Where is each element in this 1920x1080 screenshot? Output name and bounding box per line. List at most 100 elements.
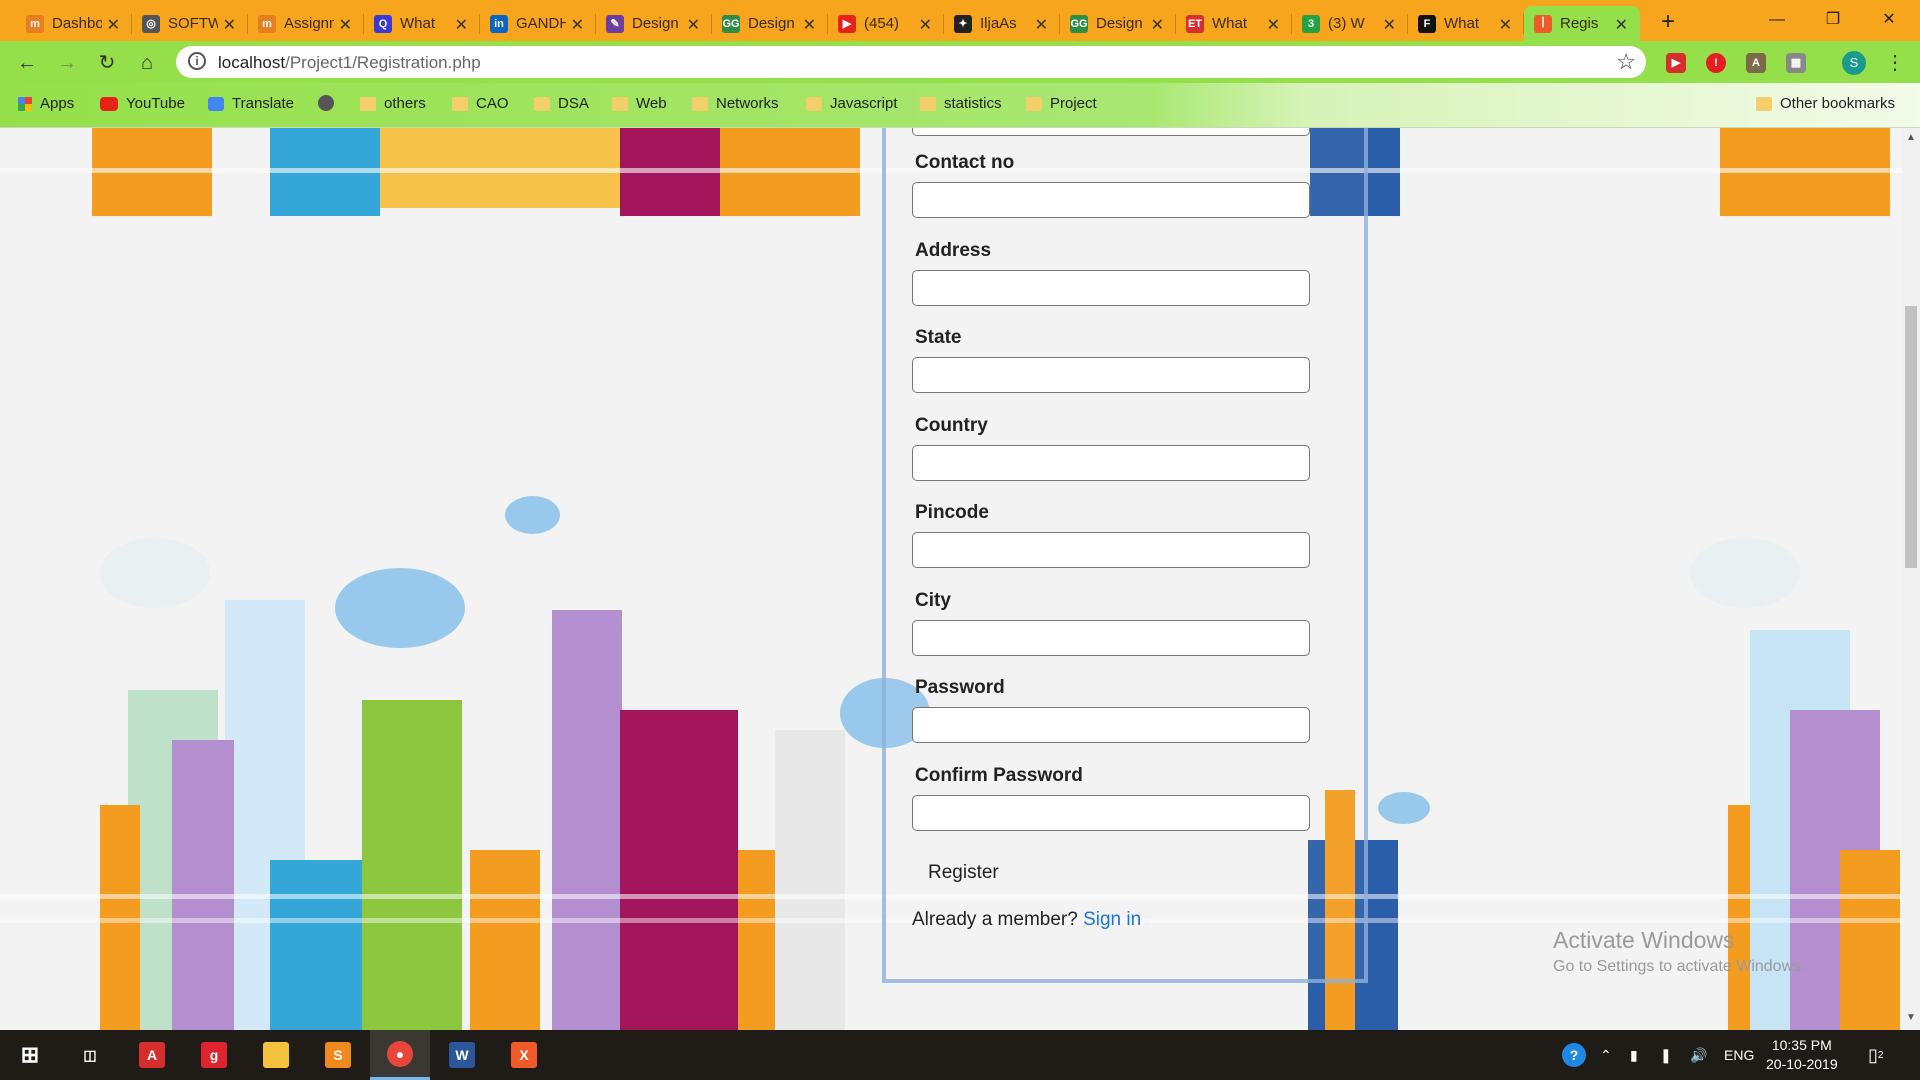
language-indicator[interactable]: ENG	[1724, 1030, 1754, 1080]
browser-tab[interactable]: ꟾ Regis ✕	[1524, 6, 1640, 41]
browser-tab[interactable]: ET What ✕	[1176, 6, 1292, 41]
reload-icon[interactable]: ↻	[94, 50, 120, 76]
tab-close-icon[interactable]: ✕	[571, 15, 584, 35]
battery-icon[interactable]: ▮	[1630, 1030, 1638, 1080]
scroll-down-icon[interactable]: ▼	[1906, 1012, 1916, 1023]
bookmark-youtube[interactable]: YouTube	[100, 95, 185, 112]
menu-icon[interactable]: ⋮	[1885, 50, 1905, 75]
globe-icon	[318, 95, 334, 111]
browser-tab[interactable]: GG Design ✕	[1060, 6, 1176, 41]
browser-tab[interactable]: F What ✕	[1408, 6, 1524, 41]
address-input[interactable]	[912, 269, 1310, 306]
taskbar-file-explorer[interactable]	[246, 1030, 306, 1080]
other-bookmarks-label: Other bookmarks	[1780, 95, 1896, 112]
scrollbar-thumb[interactable]	[1905, 306, 1917, 568]
address-bar[interactable]: i localhost/Project1/Registration.php ☆	[176, 46, 1646, 78]
minimize-button[interactable]: —	[1754, 6, 1800, 34]
browser-tab[interactable]: ▶ (454) ✕	[828, 6, 944, 41]
tab-favicon-icon: F	[1418, 14, 1436, 33]
notifications-icon[interactable]: ▯ 2	[1868, 1030, 1883, 1080]
tab-close-icon[interactable]: ✕	[1615, 15, 1628, 35]
tab-close-icon[interactable]: ✕	[919, 15, 932, 35]
tab-close-icon[interactable]: ✕	[223, 15, 236, 35]
tab-favicon-icon: ✦	[954, 14, 972, 33]
browser-tab[interactable]: GG Design ✕	[712, 6, 828, 41]
tab-close-icon[interactable]: ✕	[803, 15, 816, 35]
browser-tab[interactable]: in GANDHI ✕	[480, 6, 596, 41]
bookmark-star-icon[interactable]: ☆	[1616, 49, 1636, 75]
tab-close-icon[interactable]: ✕	[1383, 15, 1396, 35]
task-view-button[interactable]: ◫	[60, 1030, 120, 1080]
tray-chevron-icon[interactable]: ⌃	[1600, 1030, 1612, 1080]
browser-tab[interactable]: 3 (3) W ✕	[1292, 6, 1408, 41]
browser-tab[interactable]: m Dashboard ✕	[16, 6, 132, 41]
extension-icon-1[interactable]: ▶	[1666, 53, 1686, 73]
site-info-icon[interactable]: i	[188, 52, 206, 70]
bookmark-globe[interactable]	[318, 95, 342, 111]
browser-toolbar: ← → ↻ ⌂ i localhost/Project1/Registratio…	[0, 41, 1920, 83]
country-input[interactable]	[912, 444, 1310, 481]
password-input[interactable]	[912, 707, 1310, 743]
confirm-password-input[interactable]	[912, 794, 1310, 831]
bookmark-networks[interactable]: Networks	[692, 95, 779, 112]
bookmark-apps[interactable]: Apps	[18, 95, 74, 112]
volume-icon[interactable]: 🔊	[1690, 1030, 1707, 1080]
address-label: Address	[915, 239, 992, 261]
taskbar-word[interactable]: W	[432, 1030, 492, 1080]
other-bookmarks[interactable]: Other bookmarks	[1756, 95, 1895, 112]
taskbar-sublime[interactable]: S	[308, 1030, 368, 1080]
bookmark-statistics[interactable]: statistics	[920, 95, 1002, 112]
browser-tab[interactable]: ◎ SOFTWARE ✕	[132, 6, 248, 41]
bookmark-translate[interactable]: Translate	[208, 95, 294, 112]
close-window-button[interactable]: ✕	[1866, 6, 1912, 34]
browser-tab[interactable]: Q What ✕	[364, 6, 480, 41]
new-tab-button[interactable]: +	[1654, 9, 1682, 37]
folder-icon	[920, 96, 936, 111]
back-icon[interactable]: ←	[14, 50, 40, 76]
previous-field-input[interactable]	[912, 128, 1310, 136]
bookmark-project[interactable]: Project	[1026, 95, 1097, 112]
bookmark-cao[interactable]: CAO	[452, 95, 509, 112]
maximize-button[interactable]: ❐	[1810, 6, 1856, 34]
taskbar-xampp[interactable]: X	[494, 1030, 554, 1080]
city-input[interactable]	[912, 619, 1310, 656]
page-scrollbar[interactable]: ▲ ▼	[1902, 128, 1920, 1030]
sign-in-link[interactable]: Sign in	[1083, 909, 1141, 930]
home-icon[interactable]: ⌂	[134, 50, 160, 76]
tab-title: IljaAs	[980, 15, 1017, 32]
bookmark-javascript[interactable]: Javascript	[806, 95, 898, 112]
help-icon[interactable]: ?	[1562, 1030, 1586, 1080]
taskbar-git[interactable]: g	[184, 1030, 244, 1080]
tab-close-icon[interactable]: ✕	[107, 15, 120, 35]
scroll-up-icon[interactable]: ▲	[1906, 132, 1916, 143]
register-button[interactable]: Register	[920, 856, 1010, 890]
bookmark-others[interactable]: others	[360, 95, 426, 112]
browser-tab[interactable]: ✎ Design ✕	[596, 6, 712, 41]
tab-close-icon[interactable]: ✕	[339, 15, 352, 35]
wifi-icon[interactable]: ❚	[1660, 1030, 1672, 1080]
tab-close-icon[interactable]: ✕	[1151, 15, 1164, 35]
profile-avatar[interactable]: S	[1842, 51, 1866, 75]
clock-date: 20-10-2019	[1766, 1056, 1838, 1072]
bookmark-web[interactable]: Web	[612, 95, 667, 112]
extension-icon-2[interactable]: !	[1706, 53, 1726, 73]
tab-close-icon[interactable]: ✕	[1267, 15, 1280, 35]
browser-tab[interactable]: ✦ IljaAs ✕	[944, 6, 1060, 41]
taskbar-chrome[interactable]: ●	[370, 1030, 430, 1080]
contact-no-input[interactable]	[912, 182, 1310, 218]
tab-close-icon[interactable]: ✕	[1035, 15, 1048, 35]
tab-close-icon[interactable]: ✕	[455, 15, 468, 35]
taskbar-clock[interactable]: 10:35 PM 20-10-2019	[1766, 1036, 1838, 1074]
tab-close-icon[interactable]: ✕	[687, 15, 700, 35]
tab-close-icon[interactable]: ✕	[1499, 15, 1512, 35]
folder-icon	[534, 96, 550, 111]
forward-icon[interactable]: →	[54, 50, 80, 76]
extension-icon-4[interactable]: ▦	[1786, 53, 1806, 73]
extension-icon-3[interactable]: A	[1746, 53, 1766, 73]
bookmark-dsa[interactable]: DSA	[534, 95, 589, 112]
state-input[interactable]	[912, 357, 1310, 393]
pincode-input[interactable]	[912, 532, 1310, 568]
browser-tab[interactable]: m Assignment ✕	[248, 6, 364, 41]
taskbar-acrobat[interactable]: A	[122, 1030, 182, 1080]
start-button[interactable]: ⊞	[0, 1030, 60, 1080]
